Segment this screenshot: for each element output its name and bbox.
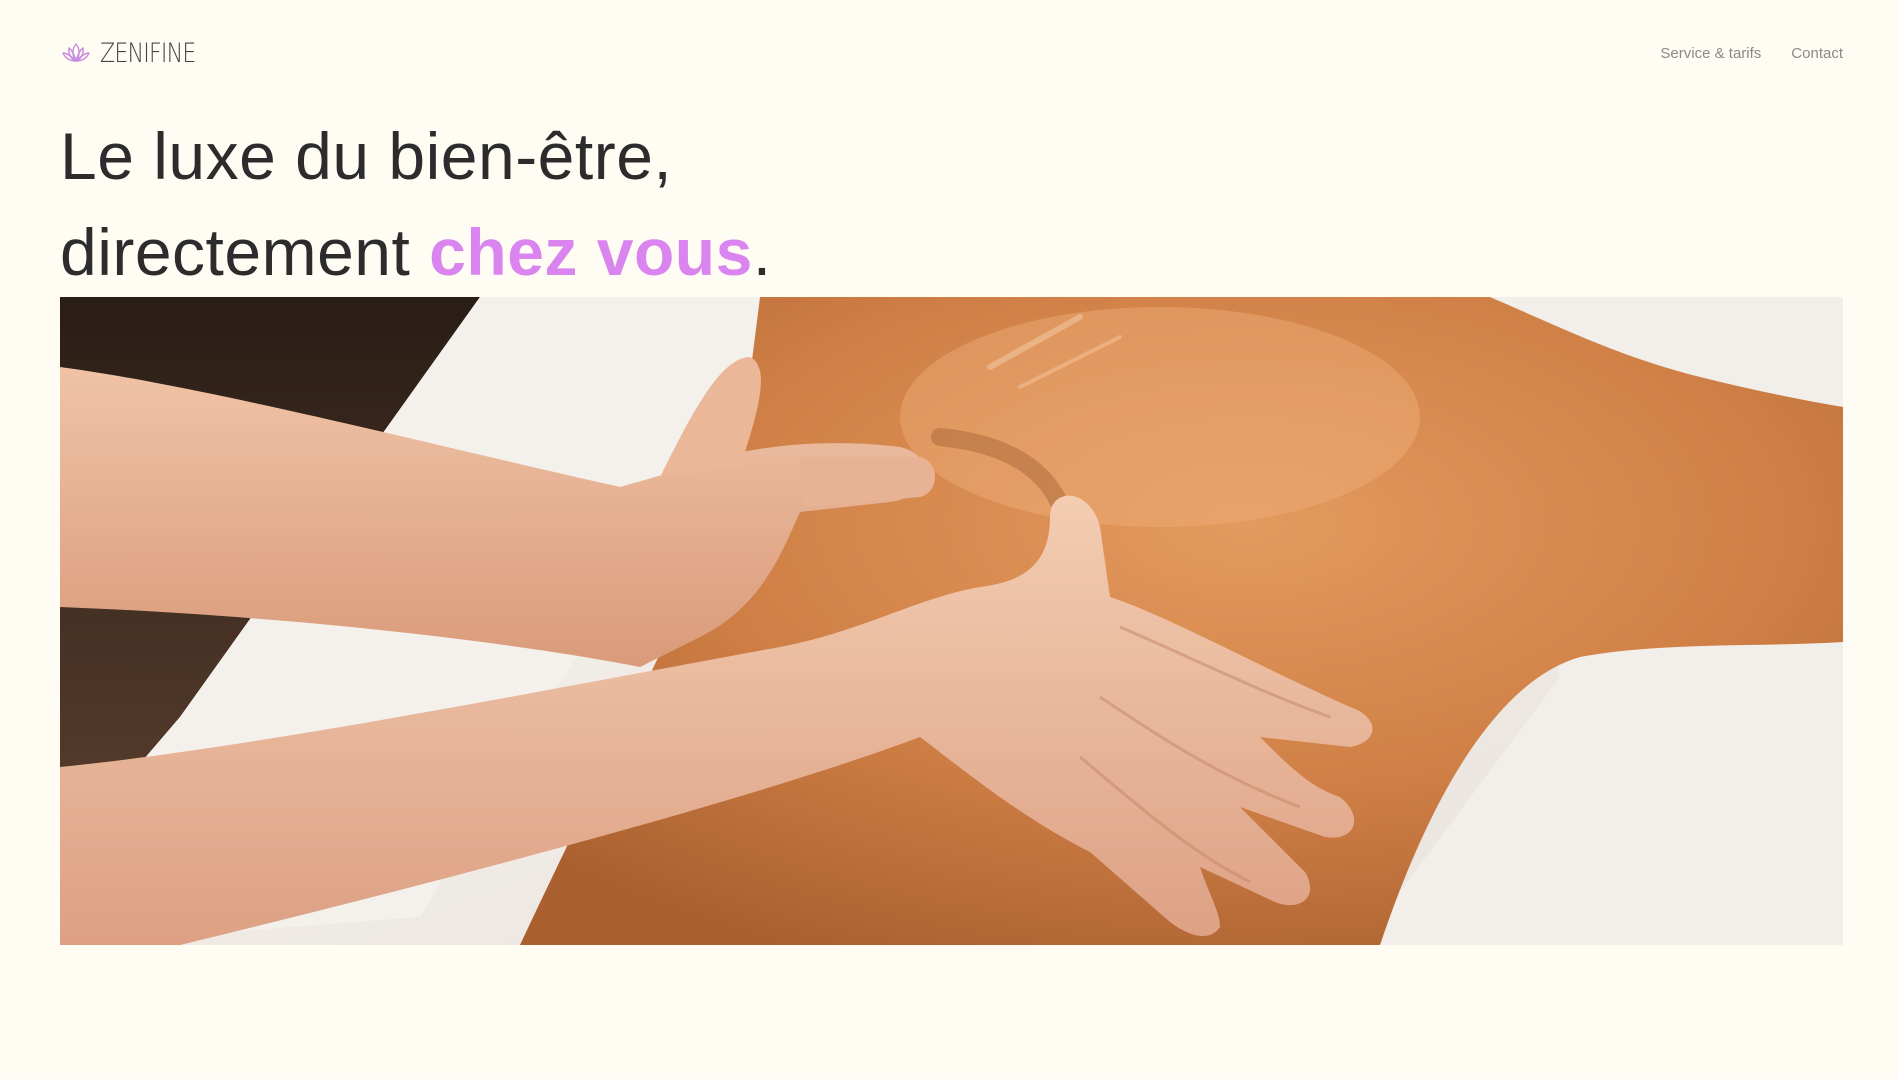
nav-link-contact[interactable]: Contact bbox=[1791, 45, 1843, 62]
hero-title-accent: chez vous bbox=[429, 215, 753, 289]
main-nav: Service & tarifs Contact bbox=[1660, 45, 1843, 62]
hero-title-line2-suffix: . bbox=[752, 215, 772, 289]
nav-link-services[interactable]: Service & tarifs bbox=[1660, 45, 1761, 62]
lotus-icon bbox=[60, 40, 92, 66]
site-header: ZENIFINE Service & tarifs Contact bbox=[60, 36, 1843, 70]
hero-title-line1: Le luxe du bien-être, bbox=[60, 119, 673, 193]
hero-title-line2-prefix: directement bbox=[60, 215, 430, 289]
hero-title: Le luxe du bien-être, directement chez v… bbox=[60, 108, 772, 300]
brand-name: ZENIFINE bbox=[100, 37, 196, 69]
logo-link[interactable]: ZENIFINE bbox=[60, 38, 216, 69]
hero-image-massage-photo bbox=[60, 297, 1843, 945]
